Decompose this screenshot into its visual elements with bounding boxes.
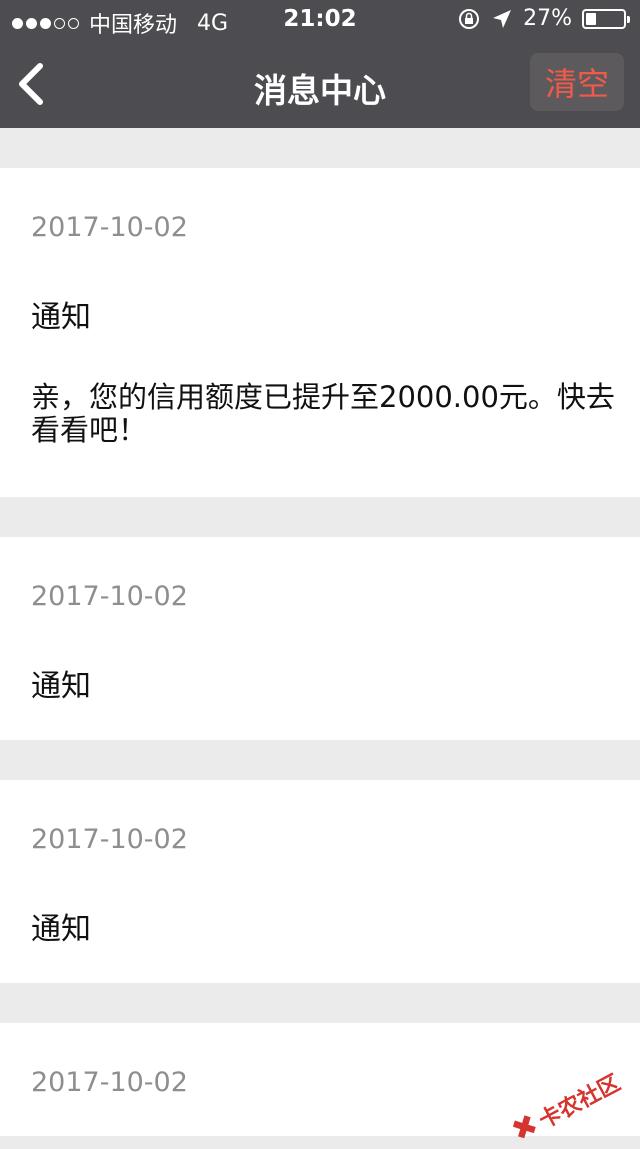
message-date: 2017-10-02 xyxy=(31,212,188,243)
message-card[interactable]: 2017-10-02 通知 xyxy=(0,537,640,740)
message-title: 通知 xyxy=(31,300,91,335)
status-bar: 中国移动 4G 21:02 27% xyxy=(0,0,640,40)
top-bar: 中国移动 4G 21:02 27% 消息中心 清空 xyxy=(0,0,640,128)
navigation-bar: 消息中心 清空 xyxy=(0,40,640,128)
battery-percent: 27% xyxy=(523,6,572,31)
message-date: 2017-10-02 xyxy=(31,581,188,612)
clear-button[interactable]: 清空 xyxy=(530,53,624,111)
message-card[interactable]: 2017-10-02 通知 xyxy=(0,780,640,983)
back-button[interactable] xyxy=(12,60,52,108)
message-title: 通知 xyxy=(31,669,91,704)
battery-fill xyxy=(586,12,596,25)
message-title: 通知 xyxy=(31,912,91,947)
message-body: 亲，您的信用额度已提升至2000.00元。快去看看吧！ xyxy=(31,380,615,447)
message-card[interactable]: 2017-10-02 通知 亲，您的信用额度已提升至2000.00元。快去看看吧… xyxy=(0,168,640,497)
message-date: 2017-10-02 xyxy=(31,824,188,855)
status-right: 27% xyxy=(457,6,630,31)
message-date: 2017-10-02 xyxy=(31,1067,188,1098)
rotation-lock-icon xyxy=(459,8,480,29)
battery-icon xyxy=(582,8,630,29)
chevron-left-icon xyxy=(19,63,43,105)
location-arrow-icon xyxy=(493,9,512,28)
